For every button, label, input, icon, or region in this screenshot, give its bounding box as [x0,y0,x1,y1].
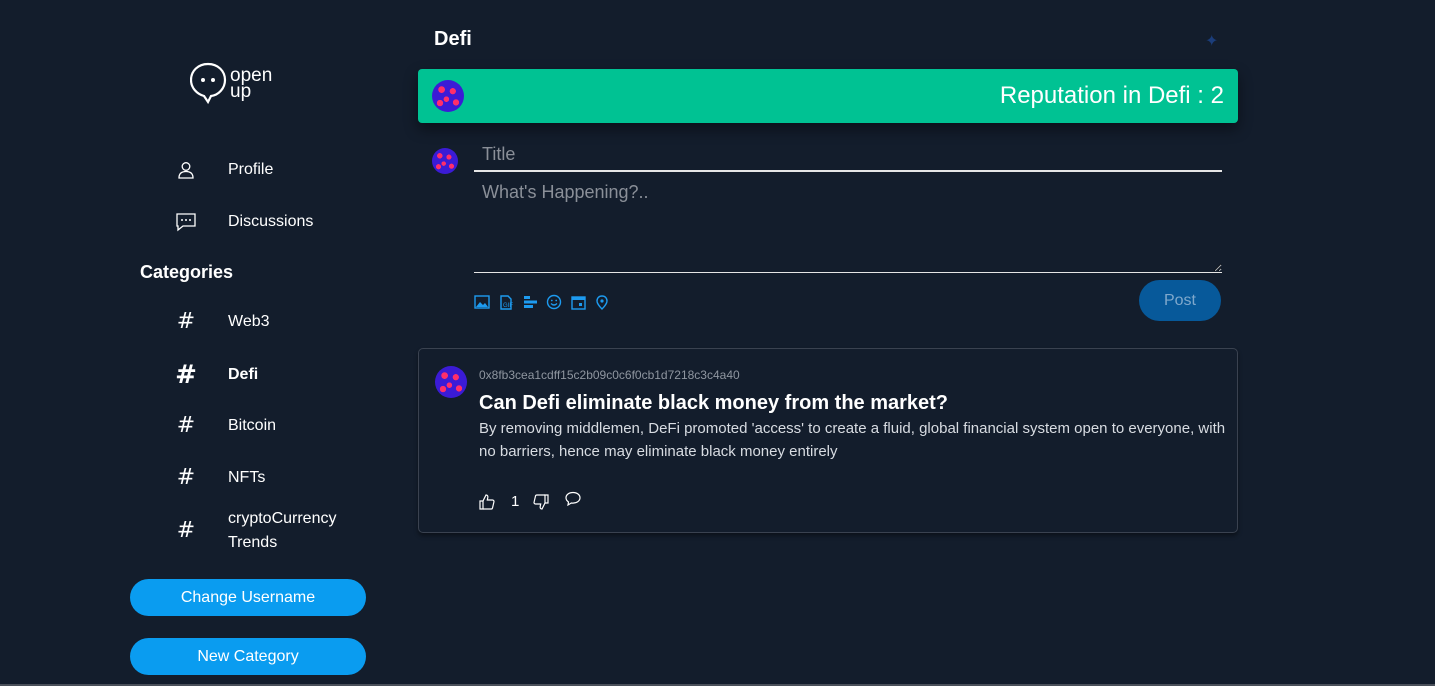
avatar[interactable] [432,80,464,112]
new-category-button[interactable]: New Category [130,638,366,675]
hashtag-icon: # [176,465,196,490]
poll-icon[interactable] [522,294,538,310]
nav-profile-label: Profile [228,161,274,178]
change-username-button[interactable]: Change Username [130,579,366,616]
reputation-banner: Reputation in Defi : 2 [418,69,1238,123]
post-title[interactable]: Can Defi eliminate black money from the … [479,392,948,415]
hashtag-icon: # [176,518,196,543]
thumbs-down-icon[interactable] [533,493,549,510]
sparkle-icon[interactable]: ✦ [1205,31,1218,51]
user-icon [170,158,202,182]
hashtag-icon: # [176,413,196,438]
svg-text:up: up [230,81,251,102]
page-title: Defi [434,28,472,50]
categories-heading: Categories [140,262,234,282]
location-icon[interactable] [594,294,610,310]
composer-toolbar: GIF [474,294,610,310]
like-count: 1 [511,493,520,510]
category-nfts[interactable]: # NFTs [170,465,266,490]
reputation-text: Reputation in Defi : 2 [999,82,1224,109]
post-composer: GIF Post [418,130,1238,335]
hashtag-icon: # [176,309,196,334]
category-label: cryptoCurrency Trends [228,510,337,551]
post-author[interactable]: 0x8fb3cea1cdff15c2b09c0c6f0cb1d7218c3c4a… [479,368,740,382]
title-input[interactable] [474,138,1222,172]
nav-discussions-label: Discussions [228,213,314,230]
thumbs-up-icon[interactable] [479,493,495,510]
post-button[interactable]: Post [1139,280,1221,321]
openup-logo[interactable]: open up [189,60,300,106]
category-cryptocurrency-trends[interactable]: # cryptoCurrency Trends [170,507,348,555]
post-actions: 1 [479,491,581,510]
category-label: NFTs [228,469,266,486]
category-web3[interactable]: # Web3 [170,311,270,333]
hashtag-icon: # [175,360,197,390]
post-body: By removing middlemen, DeFi promoted 'ac… [479,420,1226,460]
calendar-icon[interactable] [570,294,586,310]
emoji-icon[interactable] [546,294,562,310]
post-card[interactable]: 0x8fb3cea1cdff15c2b09c0c6f0cb1d7218c3c4a… [418,348,1238,533]
avatar[interactable] [432,148,458,174]
nav-discussions[interactable]: Discussions [170,210,313,234]
svg-text:GIF: GIF [503,303,513,309]
category-label: Web3 [228,313,270,330]
category-defi[interactable]: # Defi [170,362,258,388]
avatar[interactable] [435,366,467,398]
category-bitcoin[interactable]: # Bitcoin [170,415,276,437]
body-input[interactable] [474,180,1222,273]
chat-icon [170,210,202,234]
category-label: Bitcoin [228,417,277,434]
nav-profile[interactable]: Profile [170,158,273,182]
file-icon[interactable]: GIF [498,294,514,310]
category-label: Defi [228,366,259,383]
sidebar: open up Profile Discussions Categories #… [0,0,400,686]
comment-icon[interactable] [565,491,581,506]
image-icon[interactable] [474,294,490,310]
